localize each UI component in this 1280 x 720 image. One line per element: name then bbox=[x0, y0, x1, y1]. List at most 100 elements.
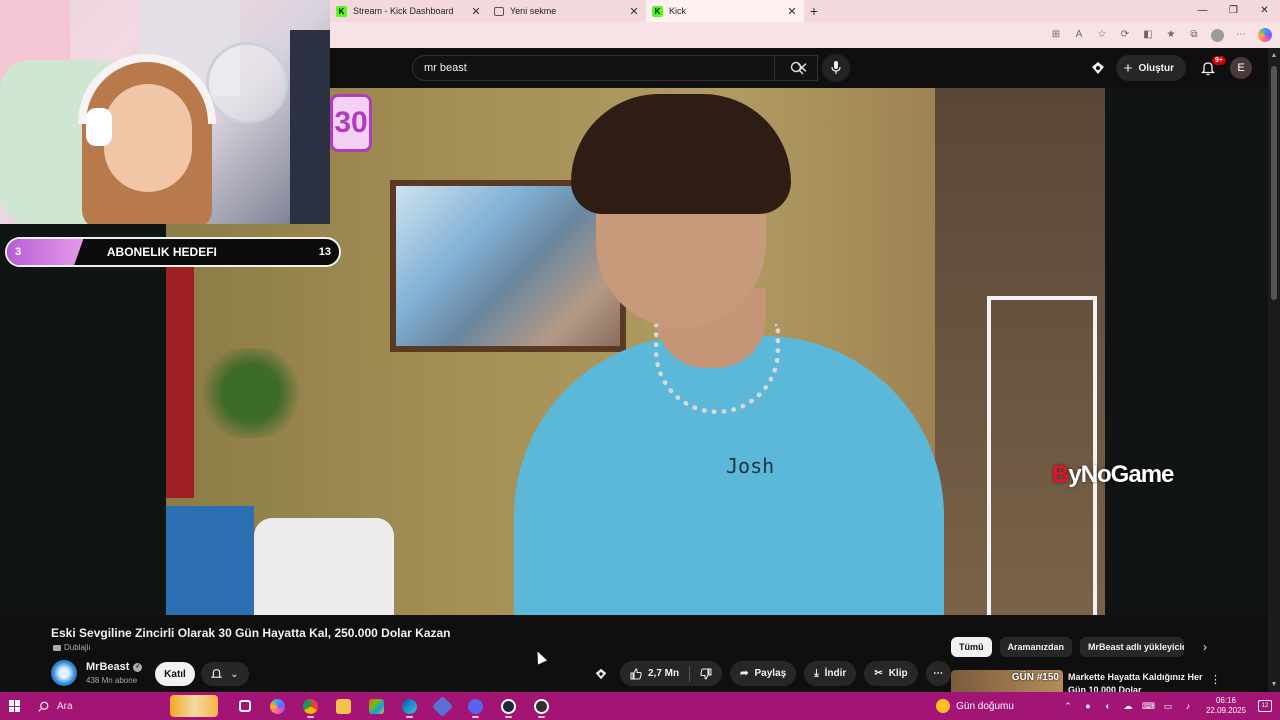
app-install-icon[interactable]: ⊞ bbox=[1050, 29, 1062, 41]
tab-new-tab[interactable]: Yeni sekme ✕ bbox=[488, 0, 646, 22]
screen: K Stream - Kick Dashboard ✕ Yeni sekme ✕… bbox=[0, 0, 1280, 720]
subscription-goal-label: ABONELIK HEDEFI bbox=[106, 245, 217, 259]
taskbar-app-store[interactable] bbox=[360, 692, 393, 720]
scrollbar-thumb[interactable] bbox=[1271, 66, 1277, 300]
user-avatar[interactable]: E bbox=[1230, 57, 1252, 79]
steam-tray-icon[interactable]: ◐ bbox=[1102, 701, 1114, 711]
sunrise-icon bbox=[936, 699, 951, 713]
volume-icon[interactable]: ♪ bbox=[1182, 701, 1194, 711]
more-vert-icon[interactable]: ⋮ bbox=[1210, 673, 1221, 686]
chip-all[interactable]: Tümü bbox=[951, 637, 992, 657]
scene-shelf bbox=[987, 296, 1097, 615]
watermark-prefix: B bbox=[1052, 461, 1069, 488]
favorites-icon[interactable]: ★ bbox=[1165, 29, 1177, 41]
copilot-icon bbox=[270, 698, 285, 714]
close-icon[interactable]: ✕ bbox=[470, 5, 482, 18]
taskbar-app-obs[interactable] bbox=[525, 692, 558, 720]
scroll-up-icon[interactable]: ▲ bbox=[1268, 52, 1280, 59]
join-button[interactable]: Katıl bbox=[155, 662, 195, 686]
gift-icon[interactable] bbox=[1090, 60, 1106, 76]
chevron-up-icon[interactable]: ⌃ bbox=[1062, 701, 1074, 712]
share-button[interactable]: ➦ Paylaş bbox=[730, 661, 797, 686]
channel-name-link[interactable]: MrBeast ✓ bbox=[86, 661, 143, 673]
channel-name: MrBeast bbox=[86, 661, 130, 673]
download-button[interactable]: ⤓ İndir bbox=[804, 661, 857, 686]
video-title: Eski Sevgiline Zincirli Olarak 30 Gün Ha… bbox=[51, 626, 451, 640]
close-window-button[interactable]: ✕ bbox=[1249, 0, 1280, 22]
taskbar-app-copilot[interactable] bbox=[261, 692, 294, 720]
taskbar-app-discord[interactable] bbox=[459, 692, 492, 720]
search-icon bbox=[38, 701, 49, 712]
close-icon[interactable]: ✕ bbox=[628, 5, 640, 18]
chip-from-search[interactable]: Aramanızdan bbox=[999, 637, 1073, 657]
tab-kick[interactable]: K Kick ✕ bbox=[646, 0, 804, 22]
download-label: İndir bbox=[824, 668, 847, 679]
dubbed-badge: Dublajlı bbox=[53, 643, 91, 652]
create-label: Oluştur bbox=[1138, 62, 1174, 74]
thumbs-up-icon[interactable] bbox=[630, 667, 642, 680]
clip-button[interactable]: ✂ Klip bbox=[864, 661, 918, 686]
taskbar-app-snipping[interactable] bbox=[426, 692, 459, 720]
like-count[interactable]: 2,7 Mn bbox=[648, 668, 679, 679]
collections-icon[interactable]: ⧉ bbox=[1188, 29, 1200, 41]
taskbar-app-chrome[interactable] bbox=[294, 692, 327, 720]
language-icon[interactable]: ⌨ bbox=[1142, 701, 1155, 712]
taskbar-search[interactable]: Ara bbox=[30, 692, 170, 720]
notifications-button[interactable]: 9+ bbox=[1196, 56, 1226, 80]
more-actions-button[interactable]: ⋯ bbox=[925, 661, 951, 686]
minimize-button[interactable]: — bbox=[1187, 0, 1218, 22]
kick-icon: K bbox=[652, 5, 663, 17]
create-button[interactable]: + Oluştur bbox=[1115, 55, 1186, 81]
notification-center-icon[interactable]: 12 bbox=[1258, 700, 1272, 712]
day-counter-badge: 30 bbox=[330, 94, 372, 152]
subscription-goal-target: 13 bbox=[318, 246, 331, 258]
search-highlight-icon[interactable] bbox=[170, 695, 218, 717]
channel-avatar[interactable] bbox=[51, 660, 77, 686]
voice-search-button[interactable] bbox=[822, 54, 850, 82]
system-clock[interactable]: 06:16 22.09.2025 bbox=[1206, 696, 1246, 716]
profile-icon[interactable] bbox=[1211, 28, 1224, 42]
more-menu-icon[interactable]: ⋯ bbox=[1235, 29, 1247, 41]
page-scrollbar[interactable]: ▲ ▼ bbox=[1268, 48, 1280, 692]
cloud-icon[interactable]: ☁ bbox=[1122, 701, 1134, 712]
gift-button[interactable] bbox=[590, 661, 612, 686]
favorite-star-icon[interactable]: ☆ bbox=[1096, 29, 1108, 41]
chip-from-uploader[interactable]: MrBeast adlı yükleyiciden bbox=[1080, 637, 1185, 657]
webcam-fan bbox=[206, 42, 288, 124]
microphone-icon[interactable]: ● bbox=[1082, 701, 1094, 711]
task-view-icon bbox=[238, 700, 251, 712]
video-info: Eski Sevgiline Zincirli Olarak 30 Gün Ha… bbox=[0, 615, 1268, 692]
kick-icon: K bbox=[336, 5, 347, 17]
bynogame-watermark: ByNoGame bbox=[1052, 461, 1174, 489]
subscription-bell-button[interactable]: ⌄ bbox=[201, 662, 249, 686]
task-view-button[interactable] bbox=[228, 692, 261, 720]
read-aloud-icon[interactable]: A bbox=[1073, 29, 1085, 41]
like-dislike-group: 2,7 Mn bbox=[620, 661, 723, 686]
thumbs-down-icon[interactable] bbox=[700, 668, 712, 680]
taskbar-app-edge[interactable] bbox=[393, 692, 426, 720]
extensions-icon[interactable]: ⟳ bbox=[1119, 29, 1131, 41]
recommended-video-title[interactable]: Markette Hayatta Kaldığınız Her Gün 10.0… bbox=[1068, 671, 1206, 692]
search-input[interactable]: mr beast ✕ bbox=[412, 55, 818, 81]
tab-kick-dashboard[interactable]: K Stream - Kick Dashboard ✕ bbox=[330, 0, 488, 22]
search-query[interactable]: mr beast bbox=[424, 62, 787, 74]
scissors-icon: ✂ bbox=[874, 668, 883, 679]
search-icon bbox=[790, 61, 803, 75]
search-button[interactable] bbox=[774, 55, 818, 81]
split-screen-icon[interactable]: ◧ bbox=[1142, 29, 1154, 41]
close-icon[interactable]: ✕ bbox=[786, 5, 798, 18]
network-icon[interactable]: ▭ bbox=[1162, 701, 1174, 712]
copilot-icon[interactable] bbox=[1258, 28, 1272, 42]
share-label: Paylaş bbox=[754, 668, 787, 679]
notification-badge: 9+ bbox=[1212, 56, 1226, 65]
taskbar-app-steam[interactable] bbox=[492, 692, 525, 720]
recommended-video-thumbnail[interactable]: GÜN #150 bbox=[951, 670, 1063, 692]
start-button[interactable] bbox=[0, 692, 30, 720]
thumbnail-text: GÜN #150 bbox=[1011, 672, 1059, 683]
maximize-button[interactable]: ❐ bbox=[1218, 0, 1249, 22]
scroll-down-icon[interactable]: ▼ bbox=[1268, 681, 1280, 688]
chevron-right-icon[interactable]: › bbox=[1196, 637, 1214, 657]
new-tab-button[interactable]: + bbox=[804, 3, 824, 19]
taskbar-app-explorer[interactable] bbox=[327, 692, 360, 720]
weather-widget[interactable]: Gün doğumu bbox=[936, 699, 1014, 713]
